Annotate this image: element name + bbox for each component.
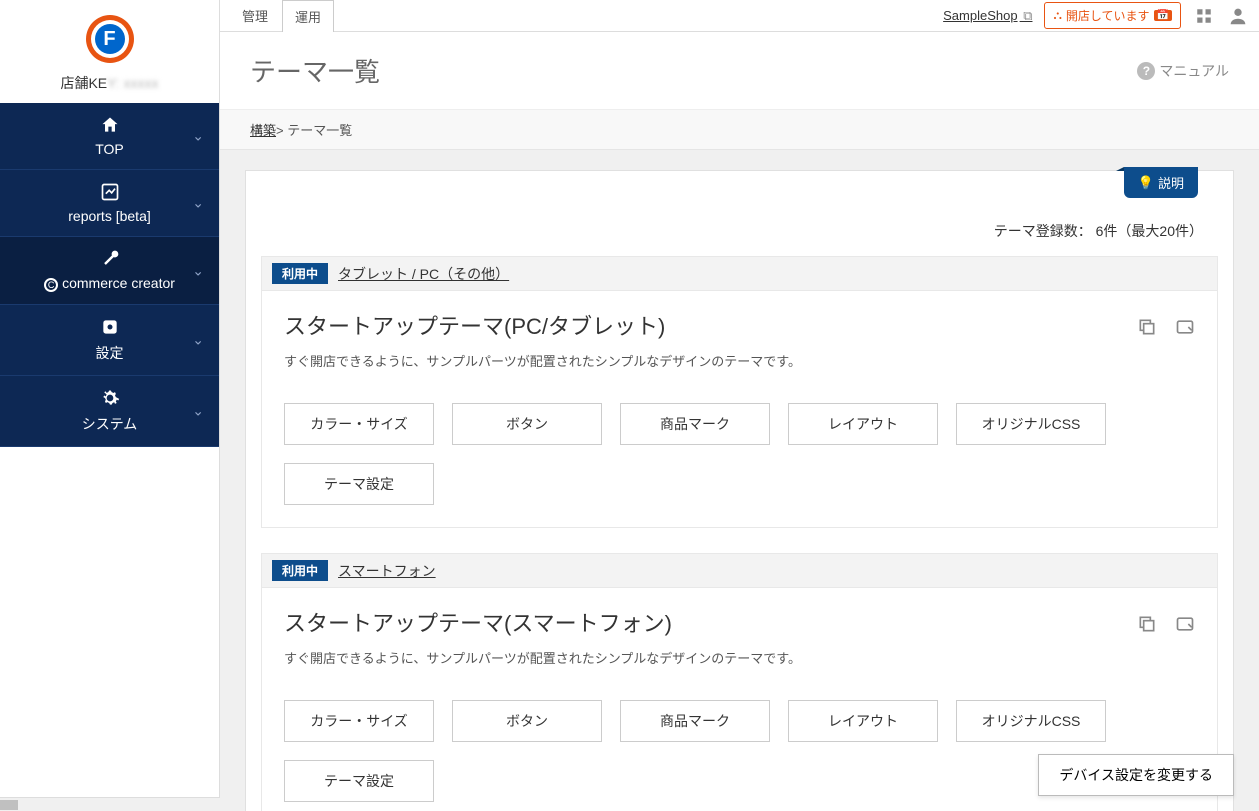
external-link-icon: ⧉ <box>1020 8 1033 23</box>
chevron-down-icon: ⌄ <box>192 403 204 420</box>
theme-name: スタートアップテーマ(スマートフォン) <box>284 606 1195 638</box>
store-icon: ⛬ <box>1053 8 1061 23</box>
theme-tag-row: 利用中 スマートフォン <box>262 554 1217 588</box>
chevron-down-icon: ⌄ <box>192 332 204 349</box>
action-button[interactable]: ボタン <box>452 403 602 445</box>
chevron-down-icon: ⌄ <box>192 262 204 279</box>
action-color-size[interactable]: カラー・サイズ <box>284 700 434 742</box>
breadcrumb-current: テーマ一覧 <box>287 123 352 138</box>
sidebar-item-system[interactable]: システム ⌄ <box>0 376 219 447</box>
action-product-mark[interactable]: 商品マーク <box>620 700 770 742</box>
main: 管理 運用 SampleShop ⧉ ⛬ 開店しています 📅 テーマ一覧 ? マ… <box>220 0 1259 811</box>
breadcrumb: 構築> テーマ一覧 <box>220 110 1259 150</box>
status-badge: 利用中 <box>272 560 328 581</box>
sidebar-item-commerce-creator[interactable]: Ccommerce creator ⌄ <box>0 237 219 305</box>
chevron-down-icon: ⌄ <box>192 128 204 145</box>
manual-link[interactable]: ? マニュアル <box>1137 61 1229 81</box>
page-header: テーマ一覧 ? マニュアル <box>220 32 1259 110</box>
copy-icon[interactable] <box>1137 614 1157 634</box>
export-icon[interactable] <box>1175 614 1195 634</box>
action-original-css[interactable]: オリジナルCSS <box>956 700 1106 742</box>
sidebar-item-reports[interactable]: reports [beta] ⌄ <box>0 170 219 237</box>
sidebar: F 店舗KEY: xxxxx TOP ⌄ reports [beta] ⌄ Cc… <box>0 0 220 811</box>
action-theme-settings[interactable]: テーマ設定 <box>284 760 434 802</box>
apps-icon[interactable] <box>1193 5 1215 27</box>
theme-name: スタートアップテーマ(PC/タブレット) <box>284 309 1195 341</box>
theme-block: 利用中 タブレット / PC（その他） スタートアップテーマ(PC/タブレット)… <box>261 256 1218 528</box>
sidebar-item-top[interactable]: TOP ⌄ <box>0 103 219 170</box>
theme-actions: カラー・サイズ ボタン 商品マーク レイアウト オリジナルCSS テーマ設定 <box>262 388 1217 527</box>
gear-icon <box>100 317 120 337</box>
action-layout[interactable]: レイアウト <box>788 700 938 742</box>
shop-key-label: 店舗KEY: xxxxx <box>0 73 219 93</box>
calendar-icon: 📅 <box>1154 10 1172 21</box>
top-bar: 管理 運用 SampleShop ⧉ ⛬ 開店しています 📅 <box>220 0 1259 32</box>
action-layout[interactable]: レイアウト <box>788 403 938 445</box>
action-original-css[interactable]: オリジナルCSS <box>956 403 1106 445</box>
open-status-button[interactable]: ⛬ 開店しています 📅 <box>1044 2 1181 29</box>
tab-operation[interactable]: 運用 <box>282 0 334 33</box>
device-link[interactable]: スマートフォン <box>338 561 436 581</box>
action-color-size[interactable]: カラー・サイズ <box>284 403 434 445</box>
action-button[interactable]: ボタン <box>452 700 602 742</box>
export-icon[interactable] <box>1175 317 1195 337</box>
chevron-down-icon: ⌄ <box>192 195 204 212</box>
theme-description: すぐ開店できるように、サンプルパーツが配置されたシンプルなデザインのテーマです。 <box>284 351 1195 370</box>
chart-icon <box>100 182 120 202</box>
device-link[interactable]: タブレット / PC（その他） <box>338 264 509 284</box>
question-icon: ? <box>1137 62 1155 80</box>
action-theme-settings[interactable]: テーマ設定 <box>284 463 434 505</box>
copy-icon[interactable] <box>1137 317 1157 337</box>
logo: F <box>86 15 134 63</box>
cog-icon <box>100 388 120 408</box>
wrench-icon <box>100 249 120 269</box>
help-tab[interactable]: 💡説明 <box>1124 167 1198 198</box>
breadcrumb-root[interactable]: 構築 <box>250 123 276 138</box>
page-title: テーマ一覧 <box>250 52 380 89</box>
bulb-icon: 💡 <box>1138 175 1154 191</box>
tab-admin[interactable]: 管理 <box>230 0 280 32</box>
shop-link[interactable]: SampleShop ⧉ <box>943 8 1032 24</box>
themes-card: 💡説明 テーマ登録数： 6件（最大20件） 利用中 タブレット / PC（その他… <box>245 170 1234 811</box>
horizontal-scrollbar[interactable] <box>0 797 220 811</box>
user-icon[interactable] <box>1227 5 1249 27</box>
status-badge: 利用中 <box>272 263 328 284</box>
logo-area: F 店舗KEY: xxxxx <box>0 0 219 103</box>
top-tabs: 管理 運用 <box>230 0 334 32</box>
sidebar-nav: TOP ⌄ reports [beta] ⌄ Ccommerce creator… <box>0 103 219 447</box>
action-product-mark[interactable]: 商品マーク <box>620 403 770 445</box>
theme-count: テーマ登録数： 6件（最大20件） <box>246 171 1233 256</box>
theme-description: すぐ開店できるように、サンプルパーツが配置されたシンプルなデザインのテーマです。 <box>284 648 1195 667</box>
theme-tag-row: 利用中 タブレット / PC（その他） <box>262 257 1217 291</box>
sidebar-item-settings[interactable]: 設定 ⌄ <box>0 305 219 376</box>
device-settings-button[interactable]: デバイス設定を変更する <box>1038 754 1234 796</box>
content-area: 💡説明 テーマ登録数： 6件（最大20件） 利用中 タブレット / PC（その他… <box>220 150 1259 811</box>
home-icon <box>100 115 120 135</box>
